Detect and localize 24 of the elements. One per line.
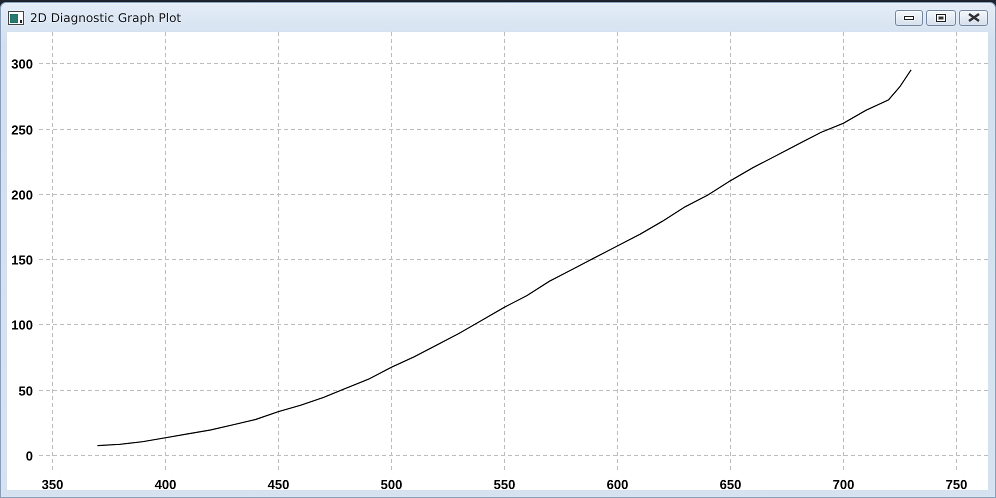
close-button[interactable] — [959, 10, 988, 26]
axis-label: 700 — [832, 477, 854, 490]
restore-icon — [936, 14, 946, 22]
axis-label: 200 — [11, 188, 33, 202]
axis-label: 100 — [11, 318, 33, 332]
axis-label: 650 — [720, 477, 742, 490]
axis-label: 450 — [268, 477, 290, 490]
axis-label: 0 — [26, 448, 33, 464]
window-title: 2D Diagnostic Graph Plot — [30, 10, 182, 24]
restore-button[interactable] — [926, 10, 956, 26]
axis-label: 500 — [380, 477, 402, 490]
app-icon — [8, 10, 24, 24]
minimize-icon — [904, 16, 914, 20]
axis-label: 400 — [154, 477, 176, 490]
close-icon — [968, 13, 980, 22]
axis-label: 300 — [11, 56, 33, 72]
minimize-button[interactable] — [895, 10, 923, 26]
axis-label: 350 — [42, 477, 64, 490]
axis-label: 150 — [11, 252, 33, 268]
axis-label: 250 — [11, 122, 33, 138]
axis-label: 600 — [606, 477, 628, 490]
axis-label: 50 — [18, 384, 33, 398]
axis-label: 550 — [494, 477, 516, 490]
axis-label: 750 — [946, 477, 968, 490]
